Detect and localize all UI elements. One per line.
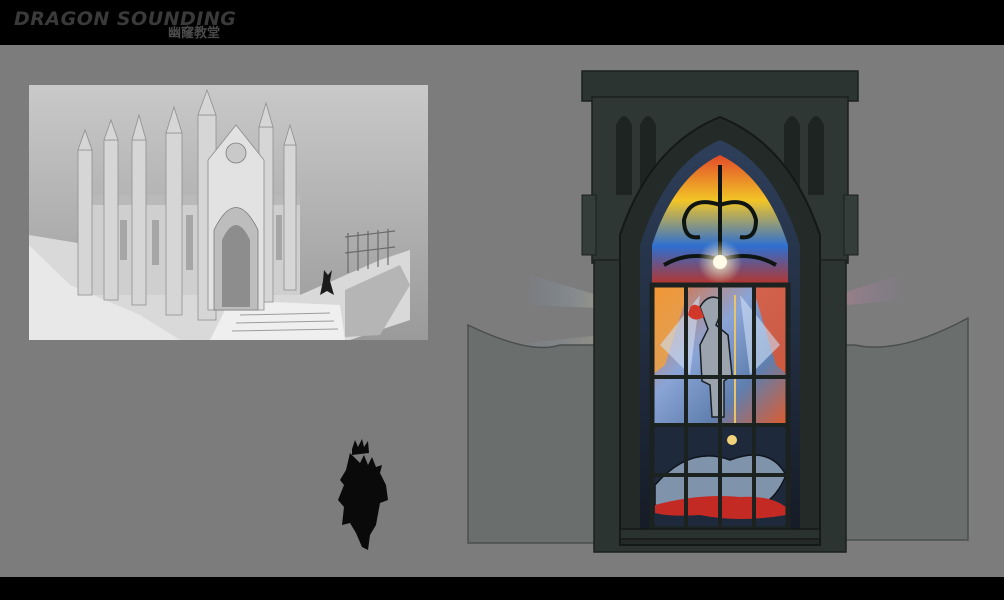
- sheet-subtitle: 幽窿教堂: [168, 26, 221, 41]
- character-silhouette: [338, 439, 388, 550]
- concept-sheet: DRAGON SOUNDING 幽窿教堂: [0, 0, 1004, 600]
- footer-bar: [0, 577, 1004, 600]
- cathedral-sketch: [29, 85, 428, 340]
- artboard-svg: [29, 70, 969, 553]
- artboard: [0, 45, 1004, 577]
- stained-glass-window: [467, 70, 969, 553]
- header-bar: DRAGON SOUNDING 幽窿教堂: [0, 0, 1004, 45]
